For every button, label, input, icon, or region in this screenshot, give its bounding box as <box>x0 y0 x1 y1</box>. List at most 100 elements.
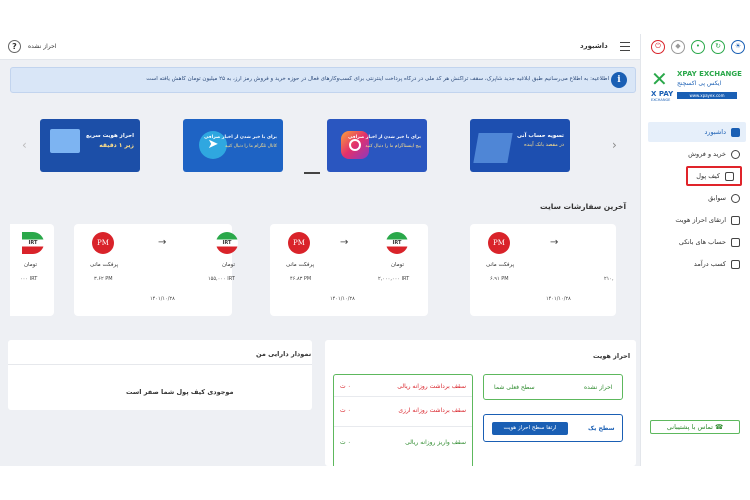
perfect-money-icon: PM <box>92 232 114 254</box>
dashboard-icon <box>731 127 740 137</box>
orders-title: آخرین سفارشات سایت <box>540 202 627 211</box>
iran-flag-icon: IRT <box>386 232 408 254</box>
limit-label: سقف برداشت روزانه ریالی <box>397 383 466 390</box>
slide-title: برای با خبر شدن از اخبار صرافی <box>348 135 421 140</box>
order-to-label: پرفکت مانی <box>486 262 515 268</box>
lock-icon[interactable]: ◆ <box>671 40 685 54</box>
slide-title: احراز هویت سریع <box>86 133 134 139</box>
slide-title: برای با خبر شدن از اخبار صرافی <box>204 135 277 140</box>
sidebar-item-label: سوابق <box>708 194 726 202</box>
iran-flag-icon: IRT <box>216 232 238 254</box>
divider <box>8 364 312 365</box>
coins-icon <box>731 149 740 159</box>
order-card: IRT تومان ۲,۰۰۰,۰۰۰ IRT → PM پرفکت مانی … <box>270 224 428 316</box>
sidebar-item-bank-accounts[interactable]: حساب های بانکی <box>648 232 746 252</box>
limit-value: ۰ ت <box>340 439 351 446</box>
sidebar-item-history[interactable]: سوابق <box>648 188 746 208</box>
logo-brand-fa: ایکس پی اکسچنج <box>677 80 722 87</box>
slide-kyc[interactable]: احراز هویت سریع زیر ۱ دقیقه <box>40 119 140 172</box>
order-card: IRT تومان ۰۰۰ IRT <box>10 224 54 316</box>
id-card-icon <box>50 129 80 153</box>
announcement-banner: اطلاعیه: به اطلاع می‌رسانیم طبق ابلاغیه … <box>10 67 636 93</box>
kyc-level-card: ارتقا سطح احراز هویت سطح یک <box>483 414 623 442</box>
kyc-title: احراز هویت <box>593 352 631 360</box>
sidebar-item-wallet[interactable]: کیف پول <box>686 166 742 186</box>
sidebar-item-label: خرید و فروش <box>688 150 726 158</box>
assets-title: نمودار دارایی من <box>256 350 312 358</box>
limit-label: سقف واریز روزانه ریالی <box>405 439 466 446</box>
help-icon[interactable]: ? <box>8 40 21 53</box>
logo-mark: ✕ <box>651 67 668 91</box>
order-to-label: پرفکت مانی <box>286 262 315 268</box>
sidebar-item-label: حساب های بانکی <box>678 238 726 246</box>
sidebar-item-earn[interactable]: کسب درآمد <box>648 254 746 274</box>
kyc-upgrade-button[interactable]: ارتقا سطح احراز هویت <box>492 422 568 435</box>
upgrade-icon <box>731 215 740 225</box>
slide-instagram[interactable]: برای با خبر شدن از اخبار صرافی پیج اینست… <box>327 119 427 172</box>
kyc-current-value: احراز نشده <box>584 384 613 391</box>
order-to-amount: ۳.۶۲ PM <box>94 276 113 282</box>
order-from-amount: ۱۵۵,۰۰۰ IRT <box>208 276 235 282</box>
app-frame: ⏻ ◆ • ↻ ☀ ✕ XPAY EXCHANGE ایکس پی اکسچنج… <box>0 34 750 466</box>
kyc-panel: احراز هویت سطح فعلی شما احراز نشده ارتقا… <box>325 340 636 466</box>
kyc-current-level: سطح فعلی شما احراز نشده <box>483 374 623 400</box>
assets-empty-text: موجودی کیف پول شما صفر است <box>126 388 234 396</box>
support-button[interactable]: تماس با پشتیبانی ☎ <box>650 420 740 434</box>
arrow-icon: → <box>158 237 167 248</box>
slider-next-icon[interactable]: › <box>612 138 617 152</box>
slide-subtitle: زیر ۱ دقیقه <box>99 142 134 149</box>
sidebar-item-kyc-upgrade[interactable]: ارتقای احراز هویت <box>648 210 746 230</box>
limit-row: سقف برداشت روزانه ریالی ۰ ت <box>334 375 472 397</box>
announcement-text: اطلاعیه: به اطلاع می‌رسانیم طبق ابلاغیه … <box>146 76 609 82</box>
bank-icon <box>731 237 740 247</box>
order-from-amount: ۰۰۰ IRT <box>20 276 38 282</box>
slide-subtitle: کانال تلگرام ما را دنبال کنید <box>225 144 277 149</box>
sidebar-item-label: ارتقای احراز هویت <box>675 216 726 224</box>
sidebar: ⏻ ◆ • ↻ ☀ ✕ XPAY EXCHANGE ایکس پی اکسچنج… <box>640 34 750 466</box>
order-from-label: تومان <box>391 262 405 268</box>
slide-settlement[interactable]: تسویه حساب آنی در مقصد بانک آینده <box>470 119 570 172</box>
page-title: داشبورد <box>580 42 608 50</box>
limit-row: سقف واریز روزانه ریالی ۰ ت <box>334 427 472 455</box>
slide-telegram[interactable]: ➤ برای با خبر شدن از اخبار صرافی کانال ت… <box>183 119 283 172</box>
sidebar-item-dashboard[interactable]: داشبورد <box>648 122 746 142</box>
order-date: ۱۴۰۱/۱۰/۲۸ <box>330 296 355 302</box>
limit-row: سقف برداشت روزانه ارزی ۰ ت <box>334 397 472 427</box>
phone-icon: ☎ <box>715 423 724 431</box>
logo-url: www.xpayex.com <box>677 92 737 99</box>
order-from-amount: ۲,۰۰۰,۰۰۰ IRT <box>378 276 410 282</box>
slider-prev-icon[interactable]: ‹ <box>22 138 27 152</box>
info-icon: i <box>611 72 627 88</box>
slide-subtitle: پیج اینستاگرام ما را دنبال کنید <box>365 144 421 149</box>
history-icon <box>731 193 740 203</box>
refresh-icon[interactable]: ↻ <box>711 40 725 54</box>
arrow-icon: → <box>550 237 559 248</box>
bell-icon[interactable]: • <box>691 40 705 54</box>
order-from-amount: ۲۱۰, <box>604 276 614 282</box>
order-to-label: پرفکت مانی <box>90 262 119 268</box>
limit-label: سقف برداشت روزانه ارزی <box>398 407 466 414</box>
power-icon[interactable]: ⏻ <box>651 40 665 54</box>
earn-icon <box>731 259 740 269</box>
limit-value: ۰ ت <box>340 383 351 390</box>
order-date: ۱۴۰۱/۱۰/۲۸ <box>150 296 175 302</box>
logo-short: X PAY <box>651 90 674 98</box>
slider-indicator[interactable] <box>304 172 320 174</box>
theme-icon[interactable]: ☀ <box>731 40 745 54</box>
support-label: تماس با پشتیبانی <box>666 423 713 431</box>
perfect-money-icon: PM <box>288 232 310 254</box>
sidebar-item-label: داشبورد <box>704 128 727 136</box>
order-card: PM پرفکت مانی ۶.۹۱ PM → ۲۱۰, ۱۴۰۱/۱۰/۲۸ <box>470 224 616 316</box>
order-card: IRT تومان ۱۵۵,۰۰۰ IRT → PM پرفکت مانی ۳.… <box>74 224 238 316</box>
menu-icon[interactable] <box>620 42 630 51</box>
kyc-limits: سقف برداشت روزانه ریالی ۰ ت سقف برداشت ر… <box>333 374 473 466</box>
assets-panel: نمودار دارایی من موجودی کیف پول شما صفر … <box>8 340 312 410</box>
sidebar-item-label: کیف پول <box>696 172 720 180</box>
logo: ✕ XPAY EXCHANGE ایکس پی اکسچنج X PAY EXC… <box>647 66 745 106</box>
iran-flag-icon: IRT <box>22 232 44 254</box>
slide-subtitle: در مقصد بانک آینده <box>524 142 564 148</box>
order-to-amount: ۴۶.۸۳ PM <box>290 276 312 282</box>
wallet-icon <box>725 171 734 181</box>
limit-value: ۰ ت <box>340 407 351 414</box>
sidebar-item-buy-sell[interactable]: خرید و فروش <box>648 144 746 164</box>
